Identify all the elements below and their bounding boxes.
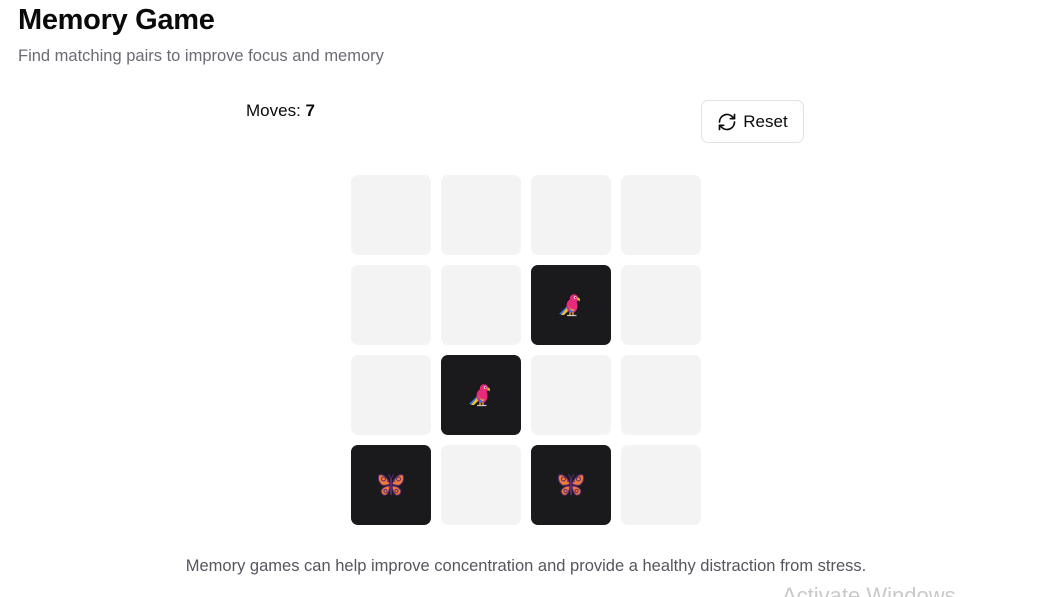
memory-card[interactable] xyxy=(351,445,431,525)
moves-label: Moves: xyxy=(246,101,301,120)
memory-card[interactable] xyxy=(621,175,701,255)
memory-card[interactable] xyxy=(441,175,521,255)
butterfly-icon xyxy=(555,469,587,501)
memory-card[interactable] xyxy=(441,445,521,525)
memory-card[interactable] xyxy=(351,175,431,255)
memory-card[interactable] xyxy=(441,355,521,435)
page-title: Memory Game xyxy=(18,4,215,36)
memory-card[interactable] xyxy=(621,265,701,345)
memory-card[interactable] xyxy=(531,445,611,525)
memory-game-page: Memory Game Find matching pairs to impro… xyxy=(0,0,1042,597)
moves-counter: Moves: 7 xyxy=(246,101,315,121)
card-grid xyxy=(351,175,701,525)
memory-card[interactable] xyxy=(441,265,521,345)
page-subtitle: Find matching pairs to improve focus and… xyxy=(18,47,384,65)
parrot-icon xyxy=(465,379,497,411)
memory-card[interactable] xyxy=(531,265,611,345)
memory-card[interactable] xyxy=(351,265,431,345)
parrot-icon xyxy=(555,289,587,321)
reset-button[interactable]: Reset xyxy=(701,100,804,143)
memory-card[interactable] xyxy=(621,355,701,435)
footer-tip: Memory games can help improve concentrat… xyxy=(185,557,867,575)
memory-card[interactable] xyxy=(531,355,611,435)
reset-label: Reset xyxy=(743,111,788,131)
memory-card[interactable] xyxy=(351,355,431,435)
os-watermark: Activate Windows xyxy=(782,583,956,597)
butterfly-icon xyxy=(375,469,407,501)
memory-card[interactable] xyxy=(621,445,701,525)
refresh-icon xyxy=(717,112,737,132)
memory-card[interactable] xyxy=(531,175,611,255)
moves-value: 7 xyxy=(305,101,315,120)
